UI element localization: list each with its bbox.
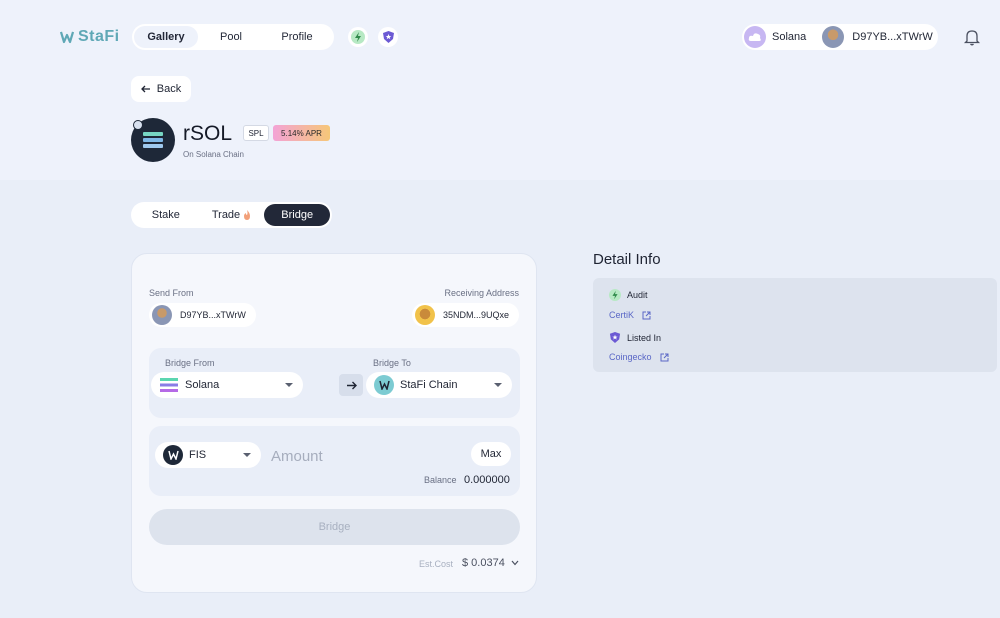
- stafi-logo[interactable]: StaFi: [60, 28, 120, 46]
- external-link-icon: [660, 353, 669, 361]
- token-name: rSOL: [183, 122, 233, 145]
- bolt-icon-svg: [351, 30, 365, 44]
- token-chain-label: On Solana Chain: [183, 150, 244, 159]
- shield-icon-svg: [382, 31, 394, 43]
- solana-network-icon: [744, 26, 766, 48]
- audit-row: Audit: [609, 289, 648, 301]
- send-from-label: Send From: [149, 288, 194, 298]
- nav-profile[interactable]: Profile: [264, 26, 330, 48]
- token-badge-icon: [133, 120, 143, 130]
- back-label: Back: [156, 83, 182, 95]
- bridge-chain-box: Bridge From Bridge To Solana StaFi Chain: [149, 348, 520, 418]
- coingecko-link-text: Coingecko: [609, 352, 652, 362]
- nav-gallery[interactable]: Gallery: [134, 26, 198, 48]
- sender-avatar: [152, 305, 172, 325]
- shield-icon: [609, 331, 621, 344]
- balance-label: Balance: [424, 475, 457, 485]
- stafi-logo-icon: [60, 31, 74, 44]
- receiving-address-text: 35NDM...9UQxe: [442, 310, 509, 320]
- amount-box: FIS Max Balance 0.000000: [149, 426, 520, 496]
- tab-trade[interactable]: Trade: [199, 204, 265, 226]
- swap-direction-button[interactable]: [339, 374, 363, 396]
- bridge-to-select[interactable]: StaFi Chain: [366, 372, 512, 398]
- bridge-to-label: Bridge To: [373, 358, 411, 368]
- chevron-down-icon: [494, 383, 502, 387]
- action-tabs: Stake Trade Bridge: [131, 202, 332, 228]
- detail-info-card: Audit CertiK Listed In Coingecko: [593, 278, 997, 372]
- tab-bridge-label: Bridge: [281, 209, 314, 221]
- listed-label: Listed In: [627, 332, 662, 343]
- bell-icon-svg: [963, 30, 981, 46]
- arrow-right-icon: [346, 381, 357, 389]
- external-link-icon: [642, 311, 651, 319]
- tab-trade-label: Trade: [211, 209, 241, 221]
- bridge-from-label: Bridge From: [165, 358, 215, 368]
- detail-info-title: Detail Info: [593, 251, 661, 268]
- chevron-down-icon: [511, 560, 519, 566]
- stafi-chain-icon: [374, 375, 394, 395]
- tab-stake[interactable]: Stake: [133, 204, 199, 226]
- nav-pool[interactable]: Pool: [198, 26, 264, 48]
- max-button[interactable]: Max: [471, 442, 511, 466]
- est-cost-value: $ 0.0374: [462, 557, 505, 569]
- est-cost-label: Est.Cost: [419, 559, 454, 569]
- bridge-button[interactable]: Bridge: [149, 509, 520, 545]
- arrow-left-icon: [140, 85, 150, 93]
- fis-token-icon: [163, 445, 183, 465]
- amount-input[interactable]: [271, 446, 451, 466]
- token-standard-badge: SPL: [243, 125, 269, 141]
- est-cost-toggle[interactable]: $ 0.0374: [462, 557, 519, 569]
- network-name: Solana: [772, 31, 807, 43]
- tab-bridge[interactable]: Bridge: [264, 204, 331, 226]
- bridge-from-value: Solana: [185, 379, 220, 391]
- bell-icon[interactable]: [963, 28, 981, 51]
- listed-row: Listed In: [609, 331, 661, 344]
- receiving-address[interactable]: 35NDM...9UQxe: [411, 303, 519, 327]
- shield-icon[interactable]: [378, 27, 398, 47]
- chevron-down-icon: [285, 383, 293, 387]
- tab-stake-label: Stake: [151, 209, 180, 221]
- apr-badge: 5.14% APR: [273, 125, 330, 141]
- receiving-address-label: Receiving Address: [444, 288, 519, 298]
- network-account-pill[interactable]: Solana D97YB...xTWrW: [742, 24, 938, 50]
- asset-value: FIS: [189, 449, 207, 461]
- stafi-w-icon: [167, 450, 179, 460]
- main-nav: Gallery Pool Profile: [132, 24, 334, 50]
- balance-value: 0.000000: [464, 474, 510, 486]
- certik-link[interactable]: CertiK: [609, 310, 651, 320]
- account-address: D97YB...xTWrW: [852, 31, 933, 43]
- audit-label: Audit: [627, 290, 648, 300]
- bolt-icon[interactable]: [348, 27, 368, 47]
- bridge-to-value: StaFi Chain: [400, 379, 458, 391]
- coingecko-link[interactable]: Coingecko: [609, 352, 669, 362]
- asset-select[interactable]: FIS: [155, 442, 261, 468]
- bridge-from-select[interactable]: Solana: [151, 372, 303, 398]
- stafi-w-icon: [378, 380, 390, 390]
- bridge-card: Send From Receiving Address D97YB...xTWr…: [131, 253, 537, 593]
- send-from-address[interactable]: D97YB...xTWrW: [149, 303, 256, 327]
- receiver-avatar: [414, 305, 435, 325]
- certik-link-text: CertiK: [609, 310, 635, 320]
- solana-stripes-icon: [143, 132, 163, 148]
- chevron-down-icon: [243, 453, 251, 457]
- back-button[interactable]: Back: [131, 76, 191, 102]
- account-avatar: [822, 26, 845, 48]
- brand-name: StaFi: [78, 28, 120, 45]
- solana-icon: [160, 378, 178, 392]
- bolt-icon: [609, 289, 621, 301]
- send-from-address-text: D97YB...xTWrW: [180, 310, 246, 320]
- cloud-icon: [748, 33, 761, 41]
- fire-icon: [244, 210, 251, 220]
